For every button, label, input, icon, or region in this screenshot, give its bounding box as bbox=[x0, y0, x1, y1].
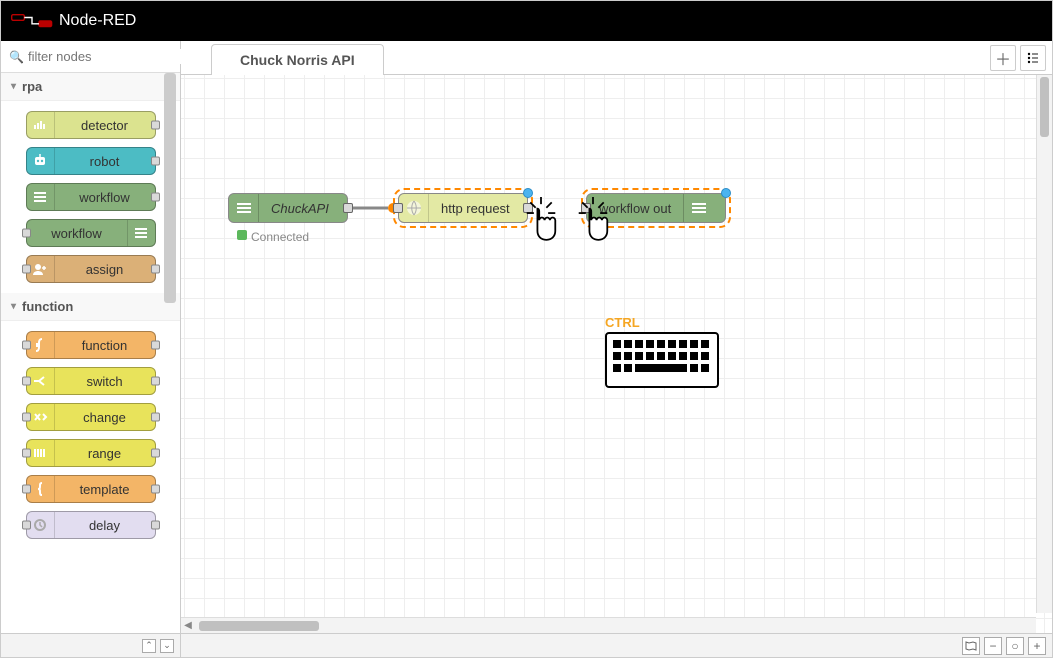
click-cursor-overlay bbox=[521, 197, 561, 247]
robot-icon bbox=[27, 148, 55, 174]
node-port-in[interactable] bbox=[22, 229, 31, 238]
node-port-in[interactable] bbox=[22, 377, 31, 386]
palette-search[interactable]: 🔍 bbox=[1, 41, 180, 73]
user-plus-icon bbox=[27, 256, 55, 282]
click-cursor-overlay bbox=[573, 197, 613, 247]
app-title: Node-RED bbox=[59, 12, 136, 30]
keyboard-icon bbox=[605, 332, 719, 388]
node-port-in[interactable] bbox=[22, 485, 31, 494]
zoom-out-button[interactable]: − bbox=[984, 637, 1002, 655]
palette-category-function[interactable]: ▾ function bbox=[1, 293, 180, 321]
node-port-in[interactable] bbox=[22, 449, 31, 458]
palette-node-delay[interactable]: delay bbox=[26, 511, 156, 539]
chevron-down-icon: ▾ bbox=[11, 301, 16, 312]
workspace-tabs: Chuck Norris API ＋ bbox=[181, 41, 1052, 75]
add-tab-button[interactable]: ＋ bbox=[990, 45, 1016, 71]
status-indicator bbox=[237, 230, 247, 240]
brace-icon bbox=[27, 476, 55, 502]
palette-node-workflow-out[interactable]: workflow bbox=[26, 219, 156, 247]
workspace: Chuck Norris API ＋ bbox=[181, 41, 1052, 657]
node-port-out[interactable] bbox=[151, 121, 160, 130]
switch-icon bbox=[27, 368, 55, 394]
palette-node-robot[interactable]: robot bbox=[26, 147, 156, 175]
globe-icon bbox=[399, 194, 429, 222]
clock-icon bbox=[27, 512, 55, 538]
palette-node-range[interactable]: range bbox=[26, 439, 156, 467]
app-logo: Node-RED bbox=[11, 11, 136, 31]
palette-collapse-down-button[interactable]: ⌄ bbox=[160, 639, 174, 653]
change-icon bbox=[27, 404, 55, 430]
flow-node-chuckapi[interactable]: ChuckAPI Connected bbox=[228, 193, 348, 223]
search-icon: 🔍 bbox=[9, 50, 24, 64]
node-changed-indicator bbox=[721, 188, 731, 198]
range-icon bbox=[27, 440, 55, 466]
bars-icon bbox=[27, 112, 55, 138]
palette-filter-input[interactable] bbox=[28, 49, 204, 64]
list-icon bbox=[27, 184, 55, 210]
flow-node-http-request[interactable]: http request bbox=[398, 193, 528, 223]
keyboard-overlay: CTRL bbox=[605, 315, 719, 391]
tab-chuck-norris-api[interactable]: Chuck Norris API bbox=[211, 44, 384, 75]
palette-footer: ⌃ ⌄ bbox=[1, 633, 180, 657]
list-icon bbox=[229, 194, 259, 222]
palette-sidebar: 🔍 ▾ rpa detector bbox=[1, 41, 181, 657]
palette-node-switch[interactable]: switch bbox=[26, 367, 156, 395]
canvas-scrollbar-vertical[interactable] bbox=[1036, 75, 1052, 613]
zoom-reset-button[interactable]: ○ bbox=[1006, 637, 1024, 655]
navigator-button[interactable] bbox=[962, 637, 980, 655]
node-port-out[interactable] bbox=[343, 203, 353, 213]
list-icon bbox=[1026, 51, 1040, 65]
palette-node-workflow-in[interactable]: workflow bbox=[26, 183, 156, 211]
node-port-out[interactable] bbox=[151, 521, 160, 530]
node-port-in[interactable] bbox=[22, 341, 31, 350]
node-red-logo-icon bbox=[11, 11, 53, 31]
node-port-out[interactable] bbox=[151, 485, 160, 494]
app-header: Node-RED bbox=[1, 1, 1052, 41]
node-port-out[interactable] bbox=[151, 377, 160, 386]
palette-node-function[interactable]: function bbox=[26, 331, 156, 359]
fx-icon bbox=[27, 332, 55, 358]
palette-node-detector[interactable]: detector bbox=[26, 111, 156, 139]
status-text: Connected bbox=[251, 230, 309, 244]
canvas-scrollbar-horizontal[interactable]: ◀ bbox=[181, 617, 1036, 633]
map-icon bbox=[965, 641, 977, 651]
palette-body: ▾ rpa detector robot bbox=[1, 73, 180, 633]
node-port-out[interactable] bbox=[151, 157, 160, 166]
palette-node-template[interactable]: template bbox=[26, 475, 156, 503]
palette-category-rpa[interactable]: ▾ rpa bbox=[1, 73, 180, 101]
node-port-in[interactable] bbox=[22, 413, 31, 422]
node-port-in[interactable] bbox=[393, 203, 403, 213]
node-port-out[interactable] bbox=[151, 449, 160, 458]
palette-scrollbar[interactable] bbox=[164, 73, 178, 633]
node-port-out[interactable] bbox=[151, 341, 160, 350]
palette-node-assign[interactable]: assign bbox=[26, 255, 156, 283]
flow-canvas[interactable]: ChuckAPI Connected http request bbox=[181, 75, 1052, 633]
node-port-out[interactable] bbox=[151, 413, 160, 422]
node-port-out[interactable] bbox=[151, 193, 160, 202]
zoom-in-button[interactable]: + bbox=[1028, 637, 1046, 655]
workspace-footer: − ○ + bbox=[181, 633, 1052, 657]
list-icon bbox=[683, 194, 713, 222]
palette-node-change[interactable]: change bbox=[26, 403, 156, 431]
palette-collapse-up-button[interactable]: ⌃ bbox=[142, 639, 156, 653]
node-port-in[interactable] bbox=[22, 521, 31, 530]
list-icon bbox=[127, 220, 155, 246]
tabs-menu-button[interactable] bbox=[1020, 45, 1046, 71]
chevron-down-icon: ▾ bbox=[11, 81, 16, 92]
node-port-in[interactable] bbox=[22, 265, 31, 274]
node-port-out[interactable] bbox=[151, 265, 160, 274]
